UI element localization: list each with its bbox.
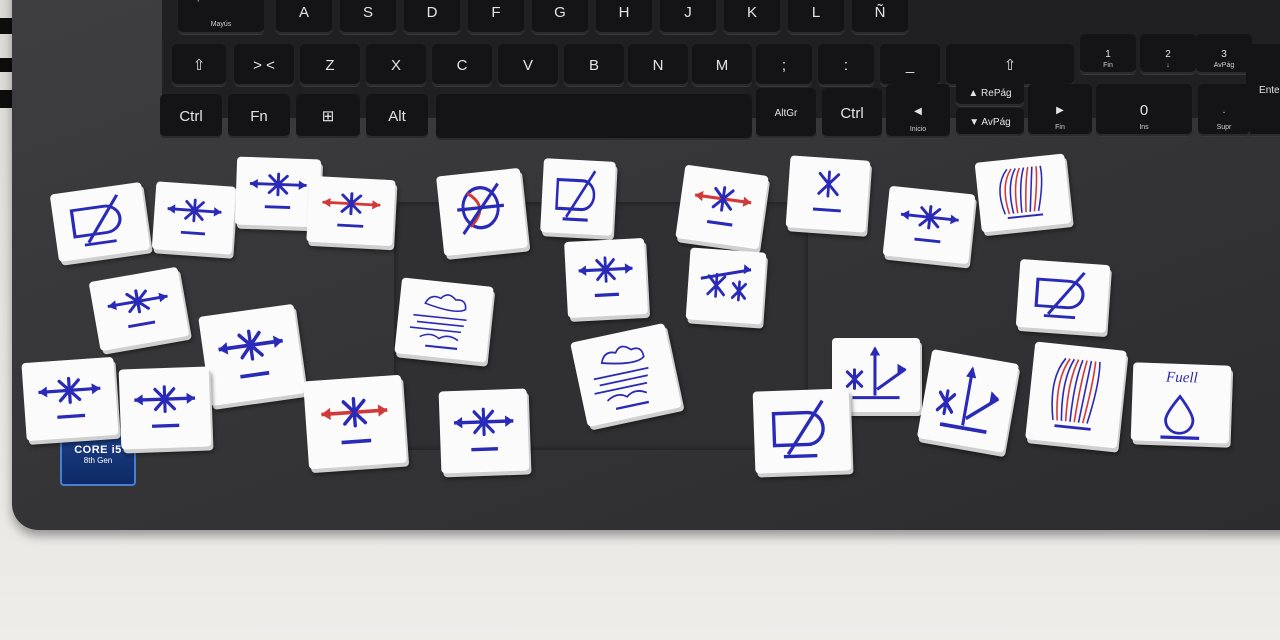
- symbol-tile[interactable]: [685, 247, 767, 325]
- keyboard-key[interactable]: 2 ↓: [1140, 34, 1196, 74]
- keyboard-key[interactable]: . Supr: [1198, 84, 1250, 136]
- space-key[interactable]: [436, 94, 752, 140]
- symbol-tile[interactable]: [785, 155, 871, 233]
- keyboard-key[interactable]: Ctrl: [160, 94, 222, 138]
- keyboard-key[interactable]: 0 Ins: [1096, 84, 1192, 136]
- keyboard-key[interactable]: Fn: [228, 94, 290, 138]
- keyboard-key[interactable]: Ctrl: [822, 88, 882, 138]
- keyboard-key[interactable]: 1 Fin: [1080, 34, 1136, 74]
- keyboard-key[interactable]: D: [404, 0, 460, 34]
- symbol-tile[interactable]: Fuell: [1130, 362, 1232, 444]
- keyboard-key[interactable]: V: [498, 44, 558, 86]
- symbol-tile[interactable]: [882, 185, 976, 265]
- symbol-tile[interactable]: [675, 164, 769, 250]
- symbol-tile[interactable]: [198, 303, 306, 407]
- keyboard-key[interactable]: C: [432, 44, 492, 86]
- symbol-tile[interactable]: [1015, 258, 1111, 334]
- symbol-tile[interactable]: [1025, 341, 1127, 449]
- keyboard-key[interactable]: > <: [234, 44, 294, 86]
- keyboard-key[interactable]: Ñ: [852, 0, 908, 34]
- symbol-tile[interactable]: [916, 349, 1020, 453]
- keyboard-key[interactable]: K: [724, 0, 780, 34]
- symbol-tile[interactable]: [394, 277, 494, 363]
- keyboard-key[interactable]: 3 AvPág: [1196, 34, 1252, 74]
- keyboard-key[interactable]: J: [660, 0, 716, 34]
- keyboard-key[interactable]: L: [788, 0, 844, 34]
- keyboard-key[interactable]: ▼ AvPág: [956, 108, 1024, 136]
- keyboard-key[interactable]: ⊞: [296, 94, 360, 138]
- keyboard-key[interactable]: S: [340, 0, 396, 34]
- symbol-tile[interactable]: [306, 175, 396, 247]
- keyboard-key[interactable]: F: [468, 0, 524, 34]
- keyboard-key[interactable]: _: [880, 44, 940, 86]
- keyboard-key[interactable]: BloqMayús: [178, 0, 264, 34]
- symbol-tile[interactable]: [564, 237, 648, 319]
- symbol-tile[interactable]: [974, 153, 1072, 233]
- keyboard-key[interactable]: :: [818, 44, 874, 86]
- keyboard-key[interactable]: B: [564, 44, 624, 86]
- symbol-tile[interactable]: [303, 374, 407, 470]
- keyboard-key[interactable]: H: [596, 0, 652, 34]
- keyboard-key[interactable]: AltGr: [756, 88, 816, 138]
- keyboard-key[interactable]: ◀ Inicio: [886, 84, 950, 138]
- symbol-tile[interactable]: [49, 181, 151, 263]
- symbol-tile[interactable]: [21, 356, 119, 442]
- symbol-tile[interactable]: [540, 158, 616, 236]
- symbol-tile[interactable]: [438, 388, 530, 474]
- keyboard-key[interactable]: A: [276, 0, 332, 34]
- keyboard-key[interactable]: M: [692, 44, 752, 86]
- keyboard-key[interactable]: Alt: [366, 94, 428, 138]
- keyboard-key[interactable]: X: [366, 44, 426, 86]
- photo-scene: BloqMayúsASDFGHJKLÑ⇧> <ZXCVBNM;:_⇧1Fin2↓…: [0, 0, 1280, 640]
- keyboard-key[interactable]: ▶ Fin: [1028, 84, 1092, 136]
- keyboard-key[interactable]: N: [628, 44, 688, 86]
- symbol-tile[interactable]: [118, 366, 212, 450]
- symbol-tile[interactable]: [436, 167, 528, 257]
- sticker-gen: 8th Gen: [83, 456, 113, 465]
- keyboard-key[interactable]: Z: [300, 44, 360, 86]
- keyboard-key[interactable]: G: [532, 0, 588, 34]
- keyboard-key[interactable]: ⇧: [172, 44, 226, 86]
- symbol-tile[interactable]: [752, 388, 852, 474]
- keyboard-key[interactable]: ▲ RePág: [956, 80, 1024, 106]
- keyboard-key[interactable]: ;: [756, 44, 812, 86]
- symbol-tile[interactable]: [151, 181, 237, 255]
- keyboard-key[interactable]: Enter: [1246, 44, 1280, 136]
- tile-label: Fuell: [1165, 369, 1198, 387]
